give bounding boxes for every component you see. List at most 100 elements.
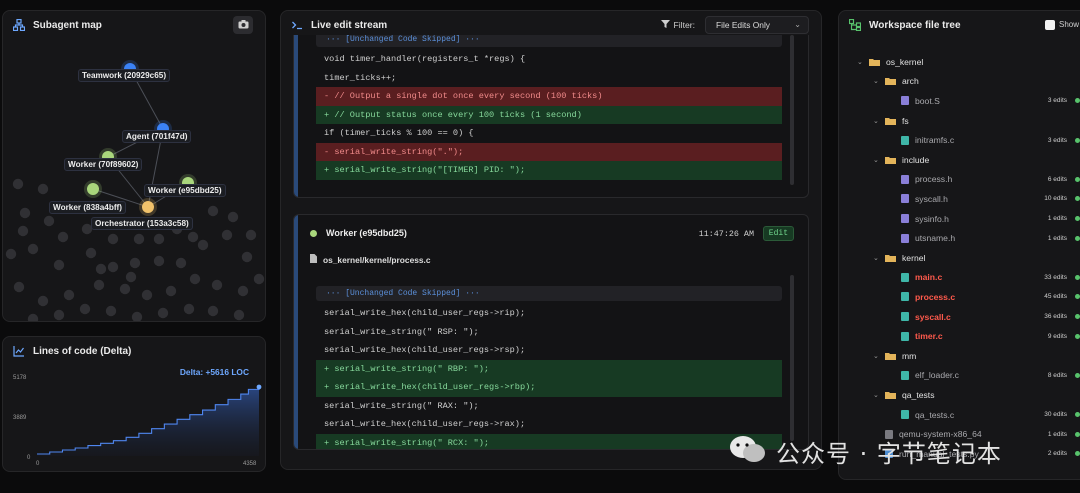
file-icon xyxy=(901,233,909,243)
subagent-map-panel: Subagent map Teamwork (20929c65) Agent (… xyxy=(2,10,266,322)
node-worker-838a4bff[interactable] xyxy=(87,183,99,195)
diff-line-added: + serial_write_string(" RBP: "); xyxy=(316,359,782,378)
edit-count: 3 edits xyxy=(1047,97,1067,105)
diff-line-context: serial_write_hex(child_user_regs->rax); xyxy=(324,419,526,429)
file-icon xyxy=(901,135,909,145)
tree-file-row[interactable]: boot.S 3 edits xyxy=(839,91,1080,111)
file-icon xyxy=(901,96,909,106)
background-node xyxy=(165,285,177,297)
show-checkbox[interactable] xyxy=(1045,20,1055,30)
diff-line-context: void timer_handler(registers_t *regs) { xyxy=(324,54,526,64)
tree-file-row[interactable]: timer.c 9 edits xyxy=(839,326,1080,346)
card-file-path[interactable]: os_kernel/kernel/process.c xyxy=(323,255,431,265)
diff-view-1: ··· [Unchanged Code Skipped] ··· void tim… xyxy=(316,35,782,180)
background-node xyxy=(107,233,119,245)
chevron-down-icon[interactable]: ⌄ xyxy=(873,391,881,399)
tree-file-row[interactable]: process.c 45 edits xyxy=(839,287,1080,307)
node-label-teamwork: Teamwork (20929c65) xyxy=(78,69,171,82)
filter-icon xyxy=(660,20,670,30)
diff-line-added: + serial_write_string("[TIMER] PID: "); xyxy=(316,161,782,180)
background-node xyxy=(233,309,245,321)
tree-folder-row[interactable]: ⌄ os_kernel xyxy=(839,52,1080,72)
chevron-down-icon[interactable]: ⌄ xyxy=(873,254,881,262)
tree-folder-row[interactable]: ⌄ fs xyxy=(839,111,1080,131)
background-node xyxy=(43,215,55,227)
tree-file-row[interactable]: main.c 33 edits xyxy=(839,268,1080,288)
file-name: main.c xyxy=(915,272,943,283)
edit-status-dot xyxy=(1075,314,1080,320)
loc-area-chart: Delta: +5616 LOC 5178 3889 0 0 4358 xyxy=(13,367,262,467)
file-name: boot.S xyxy=(915,95,940,106)
card-path-row: os_kernel/kernel/process.c xyxy=(310,254,431,265)
card-rail xyxy=(294,215,298,449)
tree-folder-row[interactable]: ⌄ include xyxy=(839,150,1080,170)
background-node xyxy=(183,303,195,315)
diff-line-added: + serial_write_hex(child_user_regs->rbp)… xyxy=(316,378,782,397)
diff-line-context: timer_ticks++; xyxy=(324,72,397,83)
tree-folder-row[interactable]: ⌄ arch xyxy=(839,72,1080,92)
filter-select[interactable]: File Edits Only ⌄ xyxy=(705,16,809,34)
chevron-down-icon[interactable]: ⌄ xyxy=(873,117,881,125)
tree-file-row[interactable]: process.h 6 edits xyxy=(839,170,1080,190)
chevron-down-icon[interactable]: ⌄ xyxy=(873,77,881,85)
background-node xyxy=(37,183,49,195)
file-name: process.c xyxy=(915,291,956,302)
unchanged-code-skipped[interactable]: ··· [Unchanged Code Skipped] ··· xyxy=(316,35,782,47)
tree-file-row[interactable]: utsname.h 1 edits xyxy=(839,228,1080,248)
diff-line-context: serial_write_string(" RSP: "); xyxy=(324,326,479,337)
loc-y-tick-mid: 3889 xyxy=(13,415,27,421)
tree-header: Workspace file tree Show xyxy=(839,11,1080,39)
folder-name: fs xyxy=(902,115,909,126)
tree-icon xyxy=(848,18,862,32)
tree-file-row[interactable]: elf_loader.c 8 edits xyxy=(839,366,1080,386)
tree-folder-row[interactable]: ⌄ kernel xyxy=(839,248,1080,268)
background-node xyxy=(107,261,119,273)
edit-card-1: ··· [Unchanged Code Skipped] ··· void tim… xyxy=(293,35,809,198)
live-edit-stream-panel: Live edit stream Filter: File Edits Only… xyxy=(280,10,822,470)
background-node xyxy=(53,259,65,271)
background-node xyxy=(133,233,145,245)
file-name: timer.c xyxy=(915,331,943,342)
snapshot-button[interactable] xyxy=(233,16,253,34)
tree-file-row[interactable]: syscall.c 36 edits xyxy=(839,307,1080,327)
file-name: sysinfo.h xyxy=(915,213,949,224)
folder-open-icon xyxy=(869,58,880,66)
edit-count: 1 edits xyxy=(1047,215,1067,223)
tree-file-row[interactable]: qa_tests.c 30 edits xyxy=(839,405,1080,425)
background-node xyxy=(141,289,153,301)
background-node xyxy=(253,273,265,285)
chevron-down-icon[interactable]: ⌄ xyxy=(857,58,865,66)
background-node xyxy=(211,279,223,291)
edit-status-dot xyxy=(1075,196,1080,202)
background-node xyxy=(37,295,49,307)
background-node xyxy=(95,263,107,275)
tree-file-row[interactable]: initramfs.c 3 edits xyxy=(839,130,1080,150)
background-node xyxy=(119,283,131,295)
loc-chart-header: Lines of code (Delta) xyxy=(3,337,265,365)
loc-x-tick-end: 4358 xyxy=(243,461,257,467)
chevron-down-icon[interactable]: ⌄ xyxy=(873,352,881,360)
tree-file-row[interactable]: sysinfo.h 1 edits xyxy=(839,209,1080,229)
tree-folder-row[interactable]: ⌄ mm xyxy=(839,346,1080,366)
background-node xyxy=(53,309,65,321)
unchanged-code-skipped[interactable]: ··· [Unchanged Code Skipped] ··· xyxy=(316,286,782,301)
node-label-agent: Agent (701f47d) xyxy=(122,130,192,143)
wechat-icon xyxy=(728,434,768,469)
workspace-file-tree-panel: Workspace file tree Show ⌄ os_kernel ⌄ arch… xyxy=(838,10,1080,480)
tree-file-row[interactable]: syscall.h 10 edits xyxy=(839,189,1080,209)
loc-chart-panel: Lines of code (Delta) Delta: +5616 LOC 5… xyxy=(2,336,266,472)
file-name: syscall.c xyxy=(915,311,951,322)
file-icon xyxy=(901,370,909,380)
background-node xyxy=(197,239,209,251)
node-orchestrator[interactable] xyxy=(142,201,154,213)
diff-line-removed: - // Output a single dot once every seco… xyxy=(316,87,782,106)
scrollbar-2[interactable] xyxy=(790,275,794,441)
file-name: initramfs.c xyxy=(915,135,955,146)
filter-label: Filter: xyxy=(673,20,695,30)
tree-folder-row[interactable]: ⌄ qa_tests xyxy=(839,385,1080,405)
background-node xyxy=(187,231,199,243)
node-label-worker-838a4bff: Worker (838a4bff) xyxy=(49,201,127,214)
diff-line-added: + serial_write_string(" RCX: "); xyxy=(316,433,782,449)
chevron-down-icon[interactable]: ⌄ xyxy=(873,156,881,164)
scrollbar-1[interactable] xyxy=(790,35,794,185)
